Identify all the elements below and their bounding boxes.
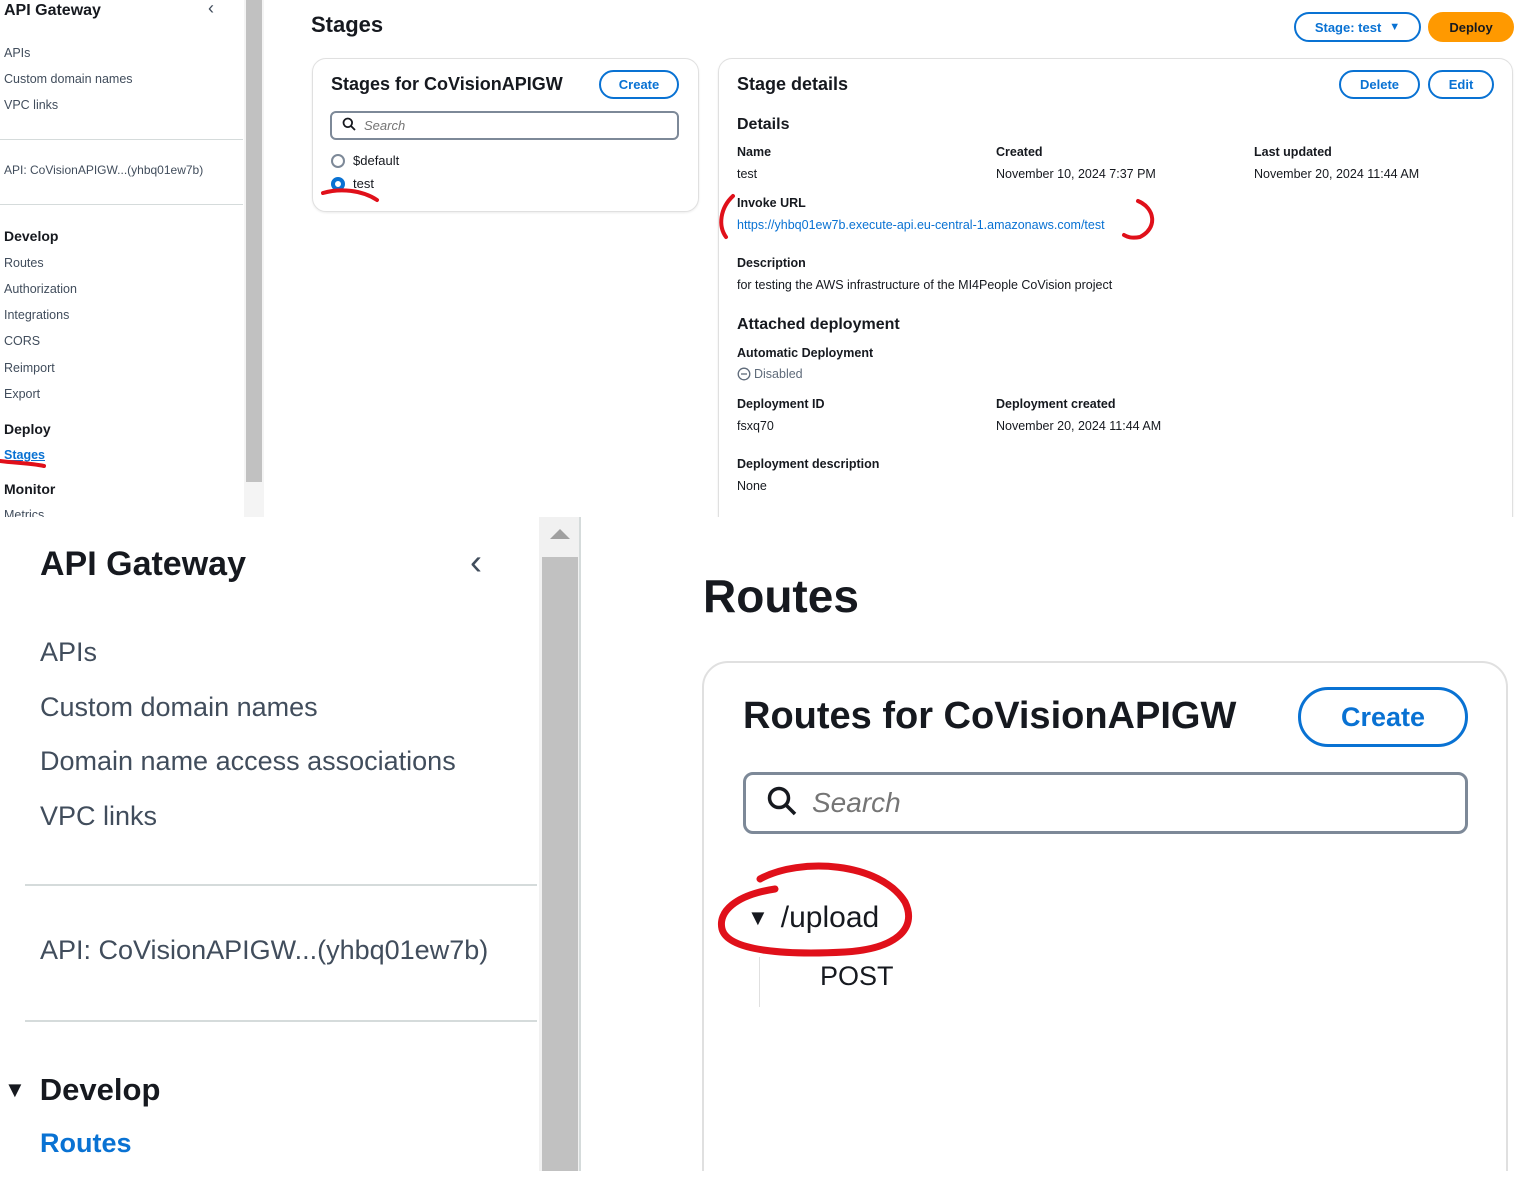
red-annotation-marks (0, 188, 1155, 468)
red-annotation-marks (717, 862, 913, 957)
bottom-margin (0, 1171, 1529, 1184)
stages-screenshot: API Gateway ‹ APIs Custom domain names V… (0, 0, 1529, 517)
routes-screenshot: API Gateway ‹ APIs Custom domain names D… (0, 517, 1529, 1171)
